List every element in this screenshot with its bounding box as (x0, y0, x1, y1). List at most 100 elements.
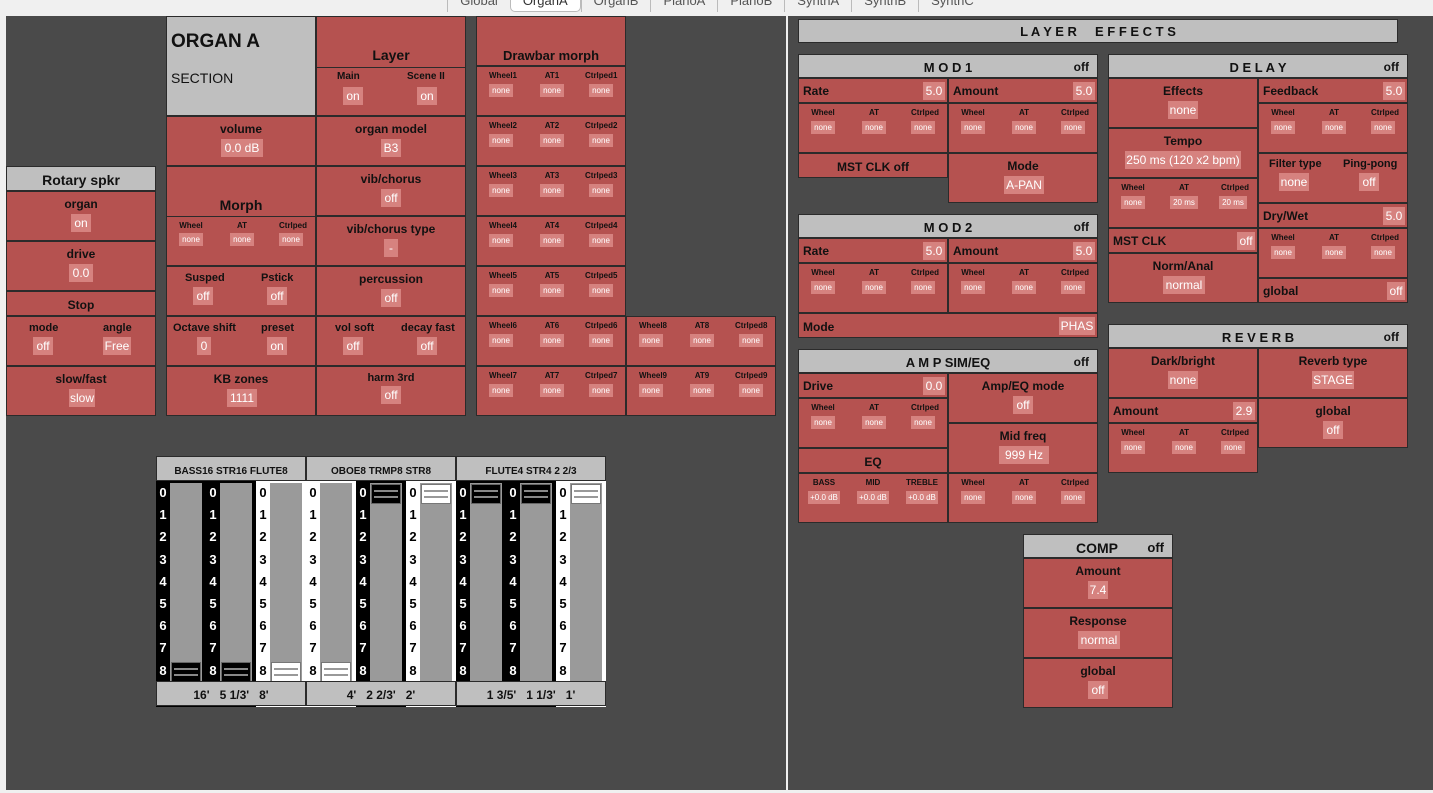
tab-piano-a[interactable]: PianoA (650, 0, 718, 12)
drawbar-handle[interactable] (171, 661, 201, 682)
drawbar-9[interactable]: 0 1 2 3 4 5 6 7 8 (556, 481, 606, 707)
rotary-slowfast-value[interactable]: slow (69, 389, 95, 407)
amp-header[interactable]: A M P SIM/EQ off (798, 349, 1098, 373)
at-value[interactable]: none (690, 334, 714, 347)
drawbar-handle[interactable] (421, 484, 451, 504)
harm-3rd-value[interactable]: off (381, 386, 401, 404)
at-value[interactable]: none (1012, 281, 1036, 294)
amp-mode-value[interactable]: off (1013, 396, 1033, 414)
at-value[interactable]: none (862, 121, 886, 134)
wheel-value[interactable]: none (961, 491, 985, 504)
ctrlped-value[interactable]: none (1061, 491, 1085, 504)
rotary-drive-value[interactable]: 0.0 (69, 264, 93, 282)
drawbar-handle[interactable] (521, 484, 551, 504)
reverb-global-value[interactable]: off (1323, 421, 1343, 439)
ctrlped-value[interactable]: none (589, 184, 613, 197)
ctrlped-value[interactable]: none (911, 121, 935, 134)
mod1-amount-value[interactable]: 5.0 (1073, 82, 1095, 100)
mod2-state[interactable]: off (1074, 220, 1089, 234)
at-value[interactable]: none (540, 184, 564, 197)
at-value[interactable]: none (1172, 441, 1196, 454)
tab-global[interactable]: Global (447, 0, 510, 12)
delay-tempo-wheel-value[interactable]: none (1121, 196, 1145, 209)
ctrlped-value[interactable]: none (911, 281, 935, 294)
wheel-value[interactable]: none (1271, 246, 1295, 259)
delay-state[interactable]: off (1384, 60, 1399, 74)
drawbar-handle[interactable] (371, 484, 401, 504)
eq-mid-value[interactable]: +0.0 dB (857, 491, 889, 504)
reverb-state[interactable]: off (1384, 330, 1399, 344)
rotary-angle-value[interactable]: Free (103, 337, 131, 355)
comp-amount-value[interactable]: 7.4 (1088, 581, 1108, 599)
eq-bass-value[interactable]: +0.0 dB (808, 491, 840, 504)
wheel-value[interactable]: none (811, 121, 835, 134)
morph-wheel-value[interactable]: none (179, 233, 203, 246)
delay-drywet-value[interactable]: 5.0 (1383, 207, 1405, 225)
ctrlped-value[interactable]: none (1371, 246, 1395, 259)
drawbar-5[interactable]: 0 1 2 3 4 5 6 7 8 (356, 481, 406, 707)
drawbar-1[interactable]: 0 1 2 3 4 5 6 7 8 (156, 481, 206, 707)
delay-filter-value[interactable]: none (1279, 173, 1309, 191)
drawbar-handle[interactable] (571, 484, 601, 504)
drawbar-handle[interactable] (221, 661, 251, 682)
wheel-value[interactable]: none (1271, 121, 1295, 134)
mod1-header[interactable]: M O D 1 off (798, 54, 1098, 78)
ctrlped-value[interactable]: none (589, 134, 613, 147)
drawbar-2[interactable]: 0 1 2 3 4 5 6 7 8 (206, 481, 256, 707)
at-value[interactable]: none (540, 384, 564, 397)
wheel-value[interactable]: none (489, 284, 513, 297)
at-value[interactable]: none (862, 416, 886, 429)
amp-state[interactable]: off (1074, 355, 1089, 369)
wheel-value[interactable]: none (489, 134, 513, 147)
tab-synth-c[interactable]: SynthC (918, 0, 986, 12)
wheel-value[interactable]: none (489, 384, 513, 397)
drawbar-3[interactable]: 0 1 2 3 4 5 6 7 8 (256, 481, 306, 707)
ctrlped-value[interactable]: none (739, 384, 763, 397)
volume-value[interactable]: 0.0 dB (221, 139, 263, 157)
reverb-type-value[interactable]: STAGE (1312, 371, 1354, 389)
ctrlped-value[interactable]: none (589, 284, 613, 297)
wheel-value[interactable]: none (639, 334, 663, 347)
amp-drive-value[interactable]: 0.0 (923, 377, 945, 395)
wheel-value[interactable]: none (811, 416, 835, 429)
comp-global-value[interactable]: off (1088, 681, 1108, 699)
at-value[interactable]: none (540, 134, 564, 147)
ctrlped-value[interactable]: none (589, 234, 613, 247)
mod2-header[interactable]: M O D 2 off (798, 214, 1098, 238)
drawbar-8[interactable]: 0 1 2 3 4 5 6 7 8 (506, 481, 556, 707)
mod2-mode-value[interactable]: PHAS (1059, 317, 1095, 335)
at-value[interactable]: none (862, 281, 886, 294)
wheel-value[interactable]: none (489, 84, 513, 97)
ctrlped-value[interactable]: none (589, 84, 613, 97)
pstick-value[interactable]: off (267, 287, 287, 305)
comp-response-value[interactable]: normal (1078, 631, 1120, 649)
wheel-value[interactable]: none (811, 281, 835, 294)
delay-tempo-ctrlped-value[interactable]: 20 ms (1219, 196, 1247, 209)
ctrlped-value[interactable]: none (739, 334, 763, 347)
delay-mstclk-value[interactable]: off (1237, 232, 1255, 250)
at-value[interactable]: none (690, 384, 714, 397)
tab-organ-a[interactable]: OrganA (509, 0, 581, 12)
vib-chorus-type-value[interactable]: - (384, 239, 398, 257)
vol-soft-value[interactable]: off (343, 337, 363, 355)
wheel-value[interactable]: none (489, 334, 513, 347)
amp-midfreq-value[interactable]: 999 Hz (999, 446, 1049, 464)
at-value[interactable]: none (1012, 121, 1036, 134)
reverb-dark-value[interactable]: none (1168, 371, 1198, 389)
comp-state[interactable]: off (1147, 540, 1164, 555)
wheel-value[interactable]: none (489, 234, 513, 247)
rotary-organ-value[interactable]: on (71, 214, 91, 232)
preset-value[interactable]: on (267, 337, 287, 355)
ctrlped-value[interactable]: none (589, 334, 613, 347)
percussion-value[interactable]: off (381, 289, 401, 307)
wheel-value[interactable]: none (961, 281, 985, 294)
ctrlped-value[interactable]: none (1221, 441, 1245, 454)
kb-zones-value[interactable]: 1111 (227, 389, 257, 407)
comp-header[interactable]: COMP off (1023, 534, 1173, 558)
vib-chorus-value[interactable]: off (381, 189, 401, 207)
at-value[interactable]: none (540, 284, 564, 297)
main-toggle[interactable]: on (343, 87, 363, 105)
ctrlped-value[interactable]: none (1061, 281, 1085, 294)
ctrlped-value[interactable]: none (911, 416, 935, 429)
scene-toggle[interactable]: on (417, 87, 437, 105)
